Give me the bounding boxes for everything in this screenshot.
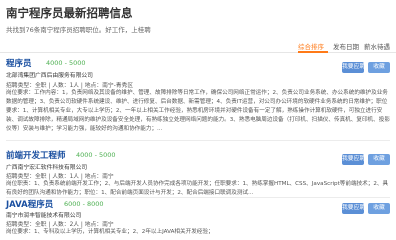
job-card: JAVA程序员 6000 - 8000 我要应聘 收藏 南宁市润丰智能技术有限公… [0, 198, 396, 240]
company-name[interactable]: 北部湾集团广西后由服务有限公司 [6, 70, 93, 79]
job-title[interactable]: 前端开发工程师 [6, 149, 66, 161]
result-summary: 共找到76条南宁程序员招聘职位。好工作，上桂聘 [6, 26, 151, 34]
job-salary: 4000 - 5000 [76, 151, 116, 159]
page-title: 南宁程序员最新招聘信息 [6, 6, 133, 20]
apply-button[interactable]: 我要应聘 [342, 203, 365, 214]
apply-button[interactable]: 我要应聘 [342, 62, 365, 73]
job-meta: 招聘类型：全职 | 人数：2人 | 地点：南宁 [6, 222, 114, 228]
sort-bar: 综合排序 发布日期 薪水待遇 [0, 38, 396, 53]
sort-tab-salary[interactable]: 薪水待遇 [364, 41, 390, 51]
apply-button[interactable]: 我要应聘 [342, 154, 365, 165]
job-salary: 4000 - 5000 [46, 59, 86, 67]
company-name[interactable]: 广西南宁宏汇软件科技有限公司 [6, 162, 87, 171]
job-title[interactable]: 程序员 [6, 57, 32, 69]
collect-button[interactable]: 收藏 [368, 203, 390, 214]
job-card: 程序员 4000 - 5000 我要应聘 收藏 北部湾集团广西后由服务有限公司 … [0, 55, 396, 143]
divider [6, 140, 390, 141]
job-title[interactable]: JAVA程序员 [6, 198, 53, 210]
job-salary: 6000 - 8000 [64, 200, 104, 208]
sort-tab-publish-date[interactable]: 发布日期 [333, 41, 359, 51]
job-meta: 招聘类型：全职 | 人数：1人 | 地点：南宁-青秀区 [6, 83, 134, 89]
job-description: 岗位职责：1、负责系统前端开发工作；2、与后端开发人员协作完成各项功能开发；任职… [6, 181, 389, 196]
job-description: 岗位要求：工作内容：1，负责网络及其设备的维护、管理、故障排除等日常工作，确保公… [6, 90, 390, 132]
job-meta: 招聘类型：全职 | 人数：1人 | 地点：南宁 [6, 174, 114, 180]
job-card: 前端开发工程师 4000 - 5000 我要应聘 收藏 广西南宁宏汇软件科技有限… [0, 147, 396, 198]
company-name[interactable]: 南宁市润丰智能技术有限公司 [6, 210, 81, 219]
collect-button[interactable]: 收藏 [368, 62, 390, 73]
sort-tab-comprehensive[interactable]: 综合排序 [298, 41, 324, 51]
collect-button[interactable]: 收藏 [368, 154, 390, 165]
job-description: 岗位要求：1、专科及以上学历，计算机相关专业；2、2年以上JAVA相关开发经验； [6, 229, 214, 235]
active-sort-indicator [298, 51, 328, 53]
